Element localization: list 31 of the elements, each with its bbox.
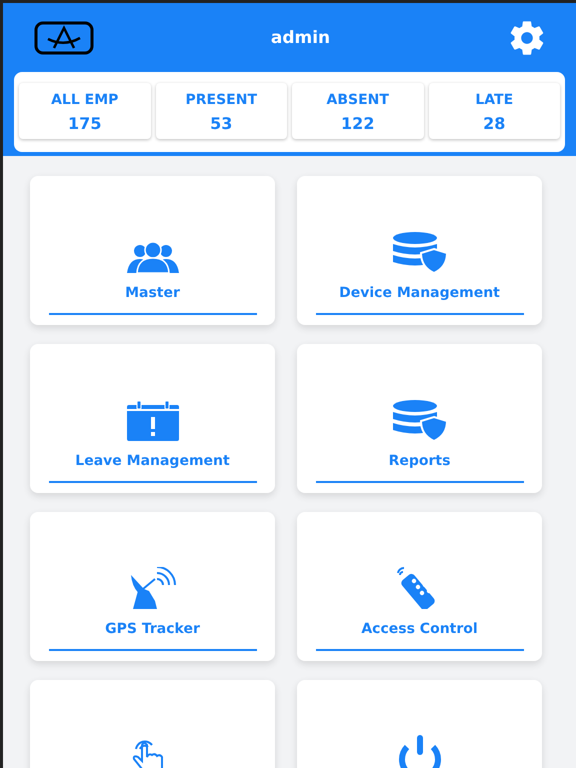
stat-label: ALL EMP <box>51 92 118 108</box>
database-shield-icon <box>392 231 448 273</box>
satellite-dish-icon <box>128 567 176 609</box>
tile-label: Reports <box>388 453 450 469</box>
menu-tile[interactable]: Reports <box>297 344 542 493</box>
menu-tile[interactable]: Access Control <box>297 512 542 661</box>
calendar-alert-icon <box>126 401 178 441</box>
menu-tile[interactable]: GPS Tracker <box>30 512 275 661</box>
tile-label: Device Management <box>339 285 500 301</box>
tile-label: Master <box>125 285 180 301</box>
menu-tile[interactable]: Device Management <box>297 176 542 325</box>
stat-card[interactable]: PRESENT 53 <box>156 83 287 139</box>
menu-tile[interactable]: Leave Management <box>30 344 275 493</box>
stat-label: ABSENT <box>326 92 389 108</box>
stat-card[interactable]: LATE 28 <box>428 83 560 139</box>
stat-value: 53 <box>210 114 232 133</box>
menu-tile[interactable]: Master <box>30 176 275 325</box>
tile-label: GPS Tracker <box>105 621 200 637</box>
stat-card[interactable]: ALL EMP 175 <box>19 83 150 139</box>
stat-value: 28 <box>483 114 506 133</box>
tile-label: Leave Management <box>75 453 230 469</box>
stat-label: LATE <box>475 92 514 108</box>
tile-label: Access Control <box>361 621 478 637</box>
database-shield-icon <box>392 399 448 441</box>
people-icon <box>126 241 180 273</box>
logo-icon <box>34 20 94 54</box>
stat-card[interactable]: ABSENT 122 <box>292 83 424 139</box>
stat-value: 122 <box>341 114 374 133</box>
stat-value: 175 <box>68 114 102 133</box>
header-title: admin <box>270 28 330 48</box>
stat-label: PRESENT <box>185 92 258 108</box>
